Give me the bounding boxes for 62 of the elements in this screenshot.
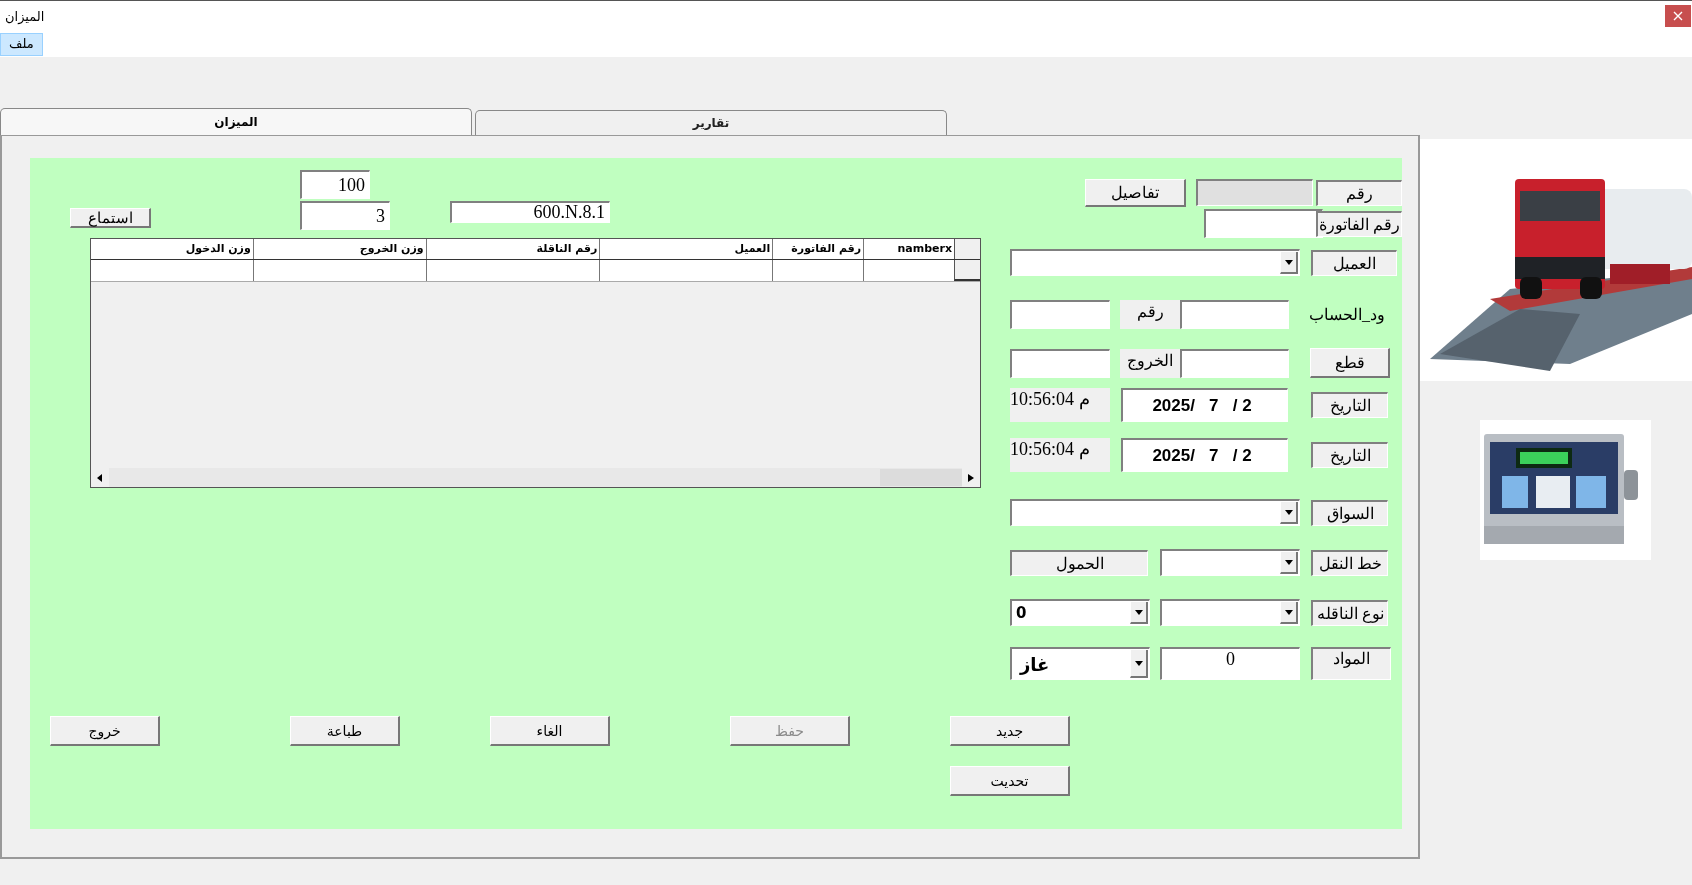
column-header[interactable]: رقم الفاتورة bbox=[772, 239, 864, 259]
action-button[interactable]: طباعة bbox=[290, 716, 400, 746]
field-label: الحمول bbox=[1010, 549, 1148, 576]
table-row[interactable] bbox=[91, 260, 980, 282]
tab[interactable]: تقارير bbox=[475, 110, 947, 135]
input-field[interactable]: 600.N.8.1 bbox=[450, 201, 610, 223]
column-header[interactable]: العميل bbox=[599, 239, 773, 259]
field-label: رقم bbox=[1316, 179, 1402, 206]
date-picker[interactable]: 2025/ 7 / 2 bbox=[1121, 388, 1288, 422]
action-button[interactable]: الغاء bbox=[490, 716, 610, 746]
window-title: الميزان bbox=[5, 9, 45, 24]
dropdown[interactable] bbox=[1160, 599, 1300, 626]
input-field[interactable] bbox=[1180, 348, 1289, 378]
time-label: 10:56:04 م bbox=[1010, 388, 1110, 422]
details-button[interactable]: تفاصيل bbox=[1085, 178, 1186, 207]
scroll-left-icon[interactable] bbox=[97, 473, 103, 482]
input-field[interactable]: 3 bbox=[300, 201, 390, 230]
input-field[interactable] bbox=[1180, 299, 1289, 329]
dropdown[interactable] bbox=[1010, 499, 1300, 526]
caret-icon bbox=[1284, 259, 1293, 265]
caret-icon bbox=[1284, 559, 1293, 565]
field-label: العميل bbox=[1311, 249, 1397, 276]
input-field[interactable] bbox=[1010, 299, 1110, 329]
input-field[interactable]: 100 bbox=[300, 170, 370, 199]
field-label: التاريخ bbox=[1311, 442, 1388, 468]
field-label: السواق bbox=[1311, 499, 1388, 526]
field-label: نوع الناقله bbox=[1311, 599, 1388, 626]
horizontal-scrollbar[interactable] bbox=[91, 468, 980, 487]
field-label: التاريخ bbox=[1311, 392, 1388, 418]
field-label: رقم الفاتورة bbox=[1316, 210, 1402, 237]
field-label: ود_الحساب bbox=[1309, 304, 1385, 324]
close-icon bbox=[1673, 11, 1683, 21]
dropdown[interactable] bbox=[1160, 549, 1300, 576]
time-label: 10:56:04 م bbox=[1010, 438, 1110, 472]
column-header[interactable]: وزن الدخول bbox=[91, 239, 253, 259]
input-field[interactable] bbox=[1010, 348, 1110, 378]
column-header[interactable]: namberx bbox=[863, 239, 955, 259]
field-label: المواد bbox=[1311, 647, 1391, 680]
close-button[interactable] bbox=[1665, 5, 1691, 27]
tab[interactable]: الميزان bbox=[0, 108, 472, 135]
caret-icon bbox=[1284, 609, 1293, 615]
column-header[interactable]: وزن الخروج bbox=[252, 239, 426, 259]
column-header[interactable]: رقم الناقلة bbox=[425, 239, 600, 259]
menu-item[interactable]: ملف bbox=[0, 33, 43, 56]
caret-icon bbox=[1284, 509, 1293, 515]
listen-button[interactable]: استماع bbox=[70, 208, 151, 228]
cut-button[interactable]: قطع bbox=[1310, 348, 1390, 378]
caret-icon bbox=[1134, 609, 1143, 615]
input-field[interactable]: 0 bbox=[1160, 647, 1300, 680]
field-label: خط النقل bbox=[1311, 549, 1388, 576]
dropdown[interactable] bbox=[1010, 249, 1300, 276]
dropdown[interactable]: غاز bbox=[1010, 647, 1150, 680]
field-label: الخروج bbox=[1120, 348, 1180, 378]
scroll-right-icon[interactable] bbox=[968, 473, 974, 482]
action-button[interactable]: جديد bbox=[950, 716, 1070, 746]
scroll-thumb[interactable] bbox=[880, 469, 962, 486]
date-picker[interactable]: 2025/ 7 / 2 bbox=[1121, 438, 1288, 472]
action-button[interactable]: خروج bbox=[50, 716, 160, 746]
field-label: رقم bbox=[1120, 299, 1180, 329]
dropdown[interactable]: 0 bbox=[1010, 599, 1150, 626]
caret-icon bbox=[1134, 660, 1143, 666]
update-button[interactable]: تحديت bbox=[950, 766, 1070, 796]
